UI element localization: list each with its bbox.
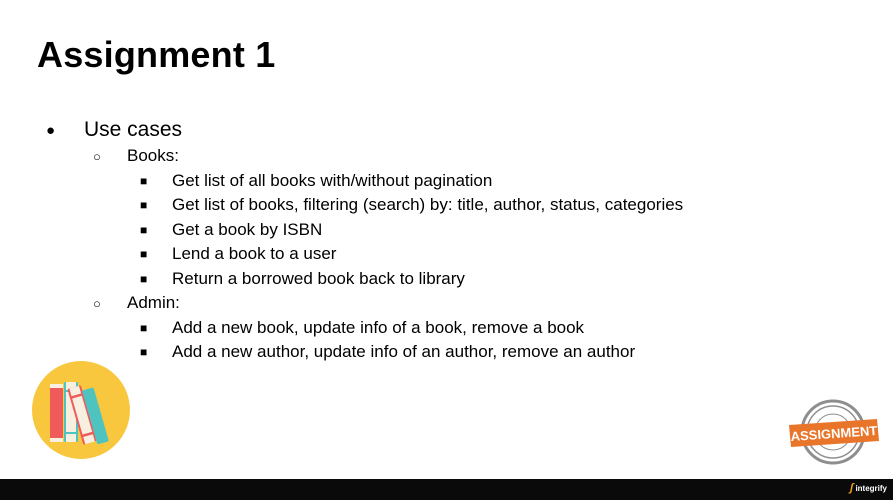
list-item-text: Get list of all books with/without pagin…	[172, 170, 493, 190]
bullet-list: ● Use cases ○ Books: ■ Get list of all b…	[44, 116, 864, 365]
list-item-text: Return a borrowed book back to library	[172, 268, 465, 288]
integrify-logo-icon: ʃ	[849, 482, 854, 494]
filled-circle-bullet-icon: ●	[46, 121, 56, 139]
list-item: ■ Get list of books, filtering (search) …	[44, 193, 864, 218]
hollow-circle-bullet-icon: ○	[93, 295, 101, 311]
square-bullet-icon: ■	[140, 173, 148, 188]
square-bullet-icon: ■	[140, 320, 148, 335]
group-books: ○ Books:	[44, 144, 864, 169]
footer-brand-text: integrify	[855, 484, 887, 493]
assignment-stamp-icon: ASSIGNMENT	[789, 399, 879, 465]
section-label: Use cases	[84, 118, 183, 141]
square-bullet-icon: ■	[140, 345, 148, 360]
square-bullet-icon: ■	[140, 271, 148, 286]
list-item: ■ Return a borrowed book back to library	[44, 267, 864, 292]
list-item-text: Add a new author, update info of an auth…	[172, 342, 636, 362]
list-item: ■ Get a book by ISBN	[44, 218, 864, 243]
square-bullet-icon: ■	[140, 222, 148, 237]
list-item-text: Get a book by ISBN	[172, 219, 323, 239]
list-item-text: Lend a book to a user	[172, 244, 337, 264]
square-bullet-icon: ■	[140, 198, 148, 213]
list-item: ■ Lend a book to a user	[44, 242, 864, 267]
group-label: Admin:	[127, 293, 180, 313]
slide-title: Assignment 1	[37, 34, 276, 75]
hollow-circle-bullet-icon: ○	[93, 148, 101, 164]
list-item: ■ Add a new author, update info of an au…	[44, 340, 864, 365]
books-logo-icon	[32, 361, 130, 459]
list-item: ■ Add a new book, update info of a book,…	[44, 316, 864, 341]
group-admin: ○ Admin:	[44, 291, 864, 316]
list-item-text: Add a new book, update info of a book, r…	[172, 317, 585, 337]
group-label: Books:	[127, 146, 179, 166]
list-item: ■ Get list of all books with/without pag…	[44, 169, 864, 194]
square-bullet-icon: ■	[140, 247, 148, 262]
list-item-text: Get list of books, filtering (search) by…	[172, 195, 684, 215]
bullet-level-1: ● Use cases	[44, 116, 864, 144]
footer-brand: ʃ integrify	[850, 483, 887, 494]
footer-bar: ʃ integrify	[0, 479, 893, 500]
slide: Assignment 1 ● Use cases ○ Books: ■ Get …	[0, 0, 893, 500]
